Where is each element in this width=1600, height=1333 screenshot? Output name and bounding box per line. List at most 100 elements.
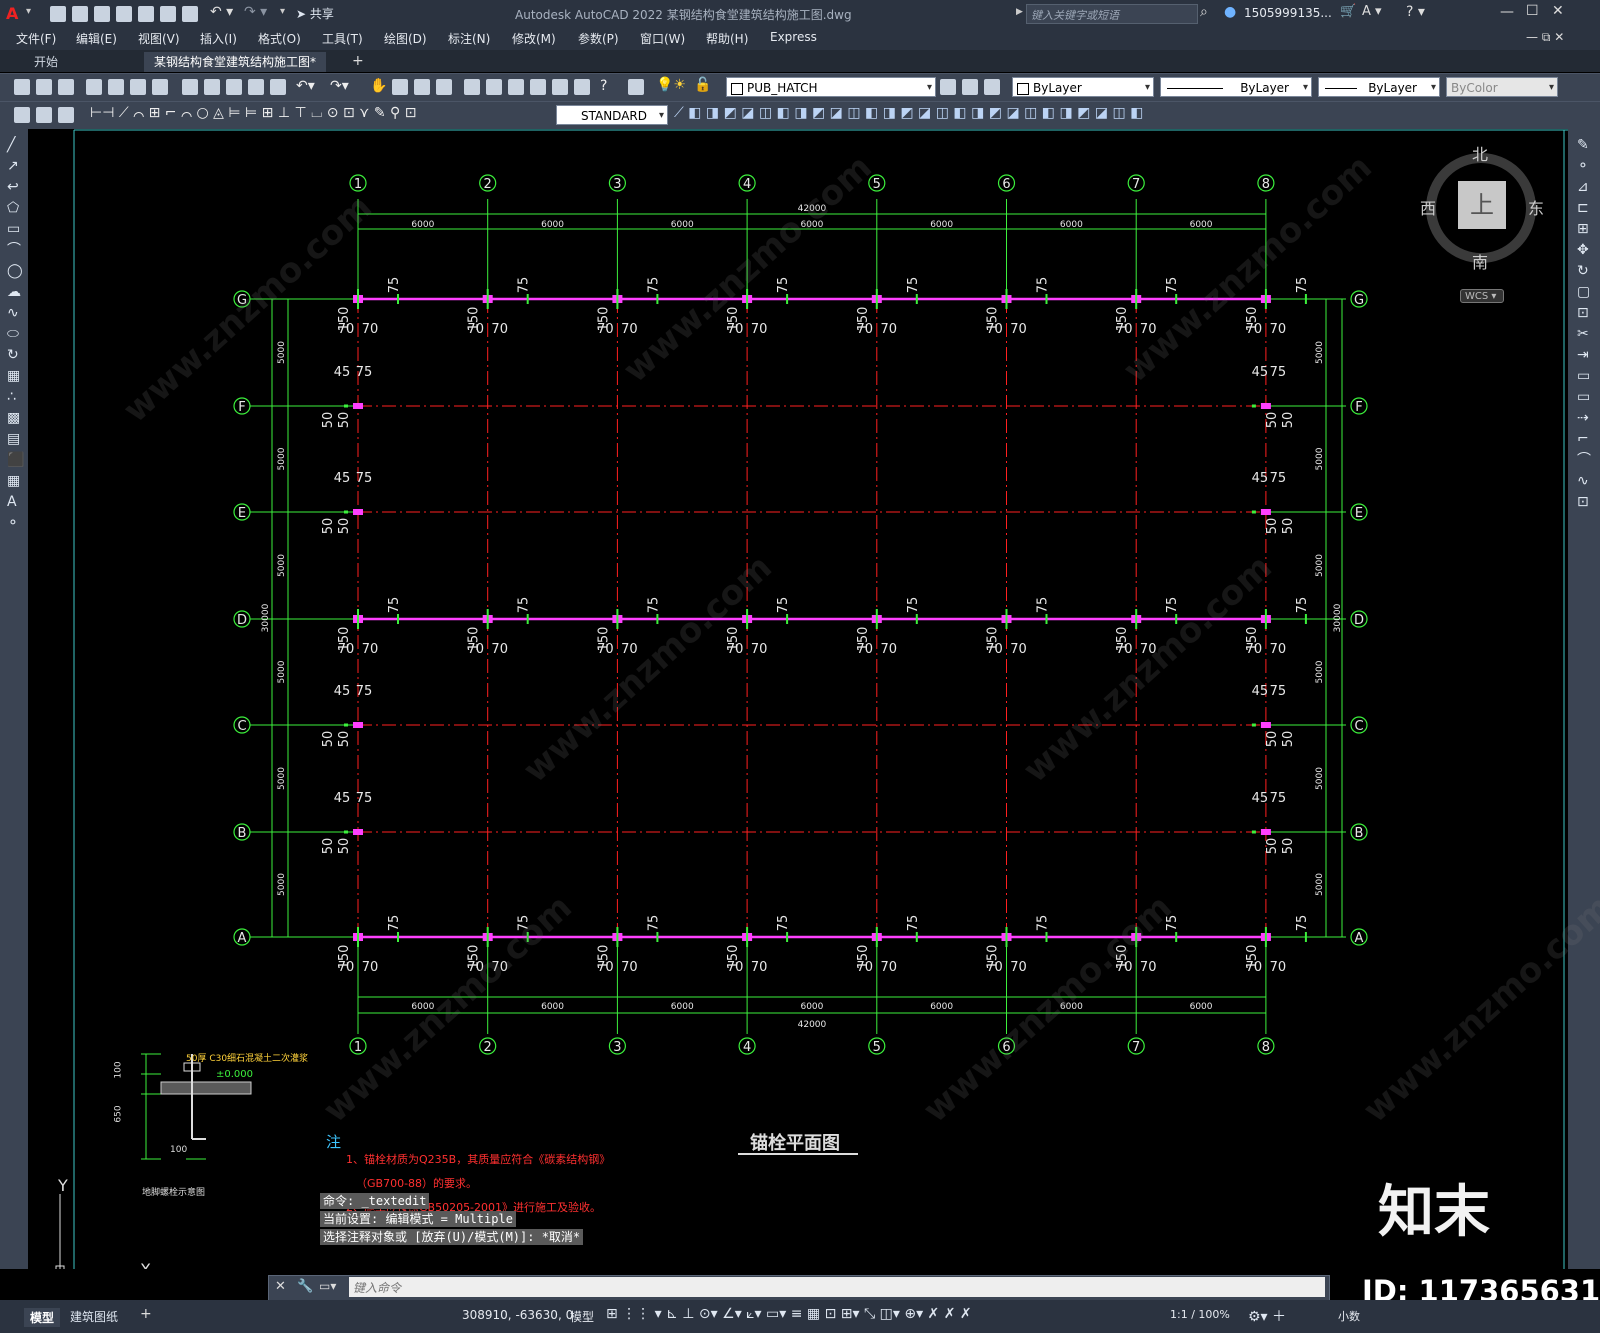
modify-tools-icon[interactable]: ✎ ⚬ ⊿ ⊏ ⊞ ✥ ↻ ▢ ⊡ ✂ ⇥ ▭ ▭ ⇢ ⌐ ⌒ ∿ ⊡ [1577,135,1591,513]
search-input[interactable]: 键入关键字或短语 [1026,4,1198,24]
autocad-logo-icon[interactable]: A [6,4,18,23]
preview-icon[interactable] [108,79,124,95]
markup-icon[interactable] [552,79,568,95]
block-editor-icon[interactable] [270,79,286,95]
command-settings-icon[interactable]: 🔧 [297,1279,313,1294]
paste-icon[interactable] [226,79,242,95]
close-button[interactable]: ✕ [1552,3,1564,19]
layer-states-icon[interactable] [984,79,1000,95]
open-file-icon[interactable] [72,6,88,22]
undo-icon[interactable]: ↶▾ [296,78,315,94]
coordinates[interactable]: 308910, -63630, 0 [462,1308,573,1322]
open-web-icon[interactable] [138,6,154,22]
menu-dimension[interactable]: 标注(N) [448,30,490,47]
annotation-scale[interactable]: 1:1 / 100% [1170,1308,1230,1321]
model-space-button[interactable]: 模型 [570,1308,594,1325]
layer-previous-icon[interactable] [962,79,978,95]
dim-linear-icon[interactable]: ⊢⊣ ⟋ ⌒ ⊞ ⌐ ⌒ ○ ◬ ⊨ ⊨ ⊞ ⊥ ⊤ ⌴ ⊙ ⊡ ⋎ ✎ ⚲ ⊡ [90,105,416,121]
qnew-icon[interactable] [14,79,30,95]
design-center-icon[interactable] [486,79,502,95]
menu-modify[interactable]: 修改(M) [512,30,556,47]
add-layout-icon[interactable]: + [140,1306,152,1322]
minimize-button[interactable]: — [1500,4,1514,20]
drawing-canvas[interactable]: 1 1 2 2 3 3 4 4 5 5 6 6 7 7 8 8 G G 70 70 75 150 70 70 75 150 70 70… [28,129,1600,1269]
zoom-window-icon[interactable] [414,79,430,95]
quickcalc-icon[interactable] [574,79,590,95]
save-icon[interactable] [58,79,74,95]
command-close-icon[interactable]: ✕ [275,1279,286,1294]
command-input[interactable]: 键入命令 [349,1277,1325,1297]
menu-parametric[interactable]: 参数(P) [578,30,619,47]
menu-format[interactable]: 格式(O) [258,30,301,47]
3d-print-icon[interactable] [152,79,168,95]
menu-view[interactable]: 视图(V) [138,30,180,47]
drafting-aids-icon[interactable]: ⊞ ⋮⋮ ▾ ⊾ ⊥ ⊙▾ ∠▾ ⟀▾ ▭▾ ≡ ▦ ⊡ ⊞▾ ⤡ ◫▾ ⊕▾ … [606,1306,972,1322]
new-tab-icon[interactable]: + [352,53,364,69]
properties-icon[interactable] [464,79,480,95]
plot-icon[interactable] [86,79,102,95]
doc-minimize-button[interactable]: — ⧉ ✕ [1526,30,1564,45]
maximize-button[interactable]: ☐ [1526,3,1539,19]
menu-express[interactable]: Express [770,30,817,44]
layer-on-icon[interactable]: 💡☀ [656,77,686,93]
viewcube-face[interactable]: 上 [1458,181,1506,229]
menu-tools[interactable]: 工具(T) [322,30,363,47]
menu-window[interactable]: 窗口(W) [640,30,685,47]
viewcube-east[interactable]: 东 [1528,195,1544,219]
redo-icon[interactable]: ↷▾ [330,78,349,94]
redo-icon[interactable]: ↷ ▾ [244,4,267,20]
pan-icon[interactable]: ✋ [370,78,387,94]
autodesk-app-icon[interactable]: A ▾ [1362,4,1382,19]
tab-drawing[interactable]: 某钢结构食堂建筑结构施工图* [144,52,327,72]
undo-icon[interactable]: ↶ ▾ [210,4,233,20]
search-expand-icon[interactable]: ▶ [1016,7,1023,17]
new-file-icon[interactable] [50,6,66,22]
share-button[interactable]: ➤ 共享 [296,5,334,22]
copy-icon[interactable] [204,79,220,95]
sheet-set-icon[interactable] [530,79,546,95]
menu-insert[interactable]: 插入(I) [200,30,237,47]
linetype-dropdown[interactable]: ByLayer ▾ [1160,77,1312,97]
dimstyle-dropdown[interactable]: STANDARD ▾ [556,105,668,125]
matchprop-icon[interactable] [248,79,264,95]
save-icon[interactable] [94,6,110,22]
app-menu-arrow-icon[interactable]: ▾ [26,6,31,17]
user-icon[interactable]: ● [1224,4,1236,20]
viewcube-south[interactable]: 南 [1472,249,1488,273]
draw-tools-icon[interactable]: ╱ ↗ ↩ ⬠ ▭ ⌒ ◯ ☁ ∿ ⬭ ↻ ▦ ∴ ▩ ▤ ⬛ ▦ A ⚬ [7,135,24,534]
menu-edit[interactable]: 编辑(E) [76,30,117,47]
search-icon[interactable]: ⌕ [1200,4,1208,20]
layer-lock-icon[interactable]: 🔓 [694,77,711,93]
layer-walk-icon[interactable] [58,107,74,123]
command-recent-icon[interactable]: ▭▾ [319,1279,336,1293]
save-as-icon[interactable] [116,6,132,22]
user-name[interactable]: 1505999135... [1244,6,1332,20]
help-icon[interactable]: ? ▾ [1406,4,1425,20]
plotstyle-dropdown[interactable]: ByColor ▾ [1446,77,1558,97]
menu-draw[interactable]: 绘图(D) [384,30,427,47]
save-web-icon[interactable] [160,6,176,22]
gear-icon[interactable]: ⚙▾ ＋ [1248,1306,1286,1326]
make-current-icon[interactable] [940,79,956,95]
open-icon[interactable] [36,79,52,95]
tab-start[interactable]: 开始 [24,52,68,72]
lineweight-dropdown[interactable]: ByLayer ▾ [1318,77,1440,97]
color-dropdown[interactable]: ByLayer ▾ [1012,77,1154,97]
tab-layout[interactable]: 建筑图纸 [70,1308,118,1325]
units-button[interactable]: 小数 [1338,1308,1360,1324]
cart-icon[interactable]: 🛒 [1340,4,1356,19]
menu-file[interactable]: 文件(F) [16,30,56,47]
layer-properties-icon[interactable] [628,79,644,95]
zoom-previous-icon[interactable] [436,79,452,95]
viewcube-north[interactable]: 北 [1472,141,1488,165]
edit-icon[interactable] [36,107,52,123]
layer-dropdown[interactable]: PUB_HATCH ▾ [726,77,936,97]
publish-icon[interactable] [130,79,146,95]
tab-model[interactable]: 模型 [24,1308,61,1327]
cut-icon[interactable] [182,79,198,95]
tool-palettes-icon[interactable] [508,79,524,95]
modify-tools-icon[interactable]: ⟋ ◧ ◨ ◩ ◪ ◫ ◧ ◨ ◩ ◪ ◫ ◧ ◨ ◩ ◪ ◫ ◧ ◨ ◩ ◪ … [674,105,1143,121]
zoom-realtime-icon[interactable] [392,79,408,95]
viewcube-west[interactable]: 西 [1420,195,1436,219]
wcs-menu[interactable]: WCS ▾ [1460,289,1504,303]
